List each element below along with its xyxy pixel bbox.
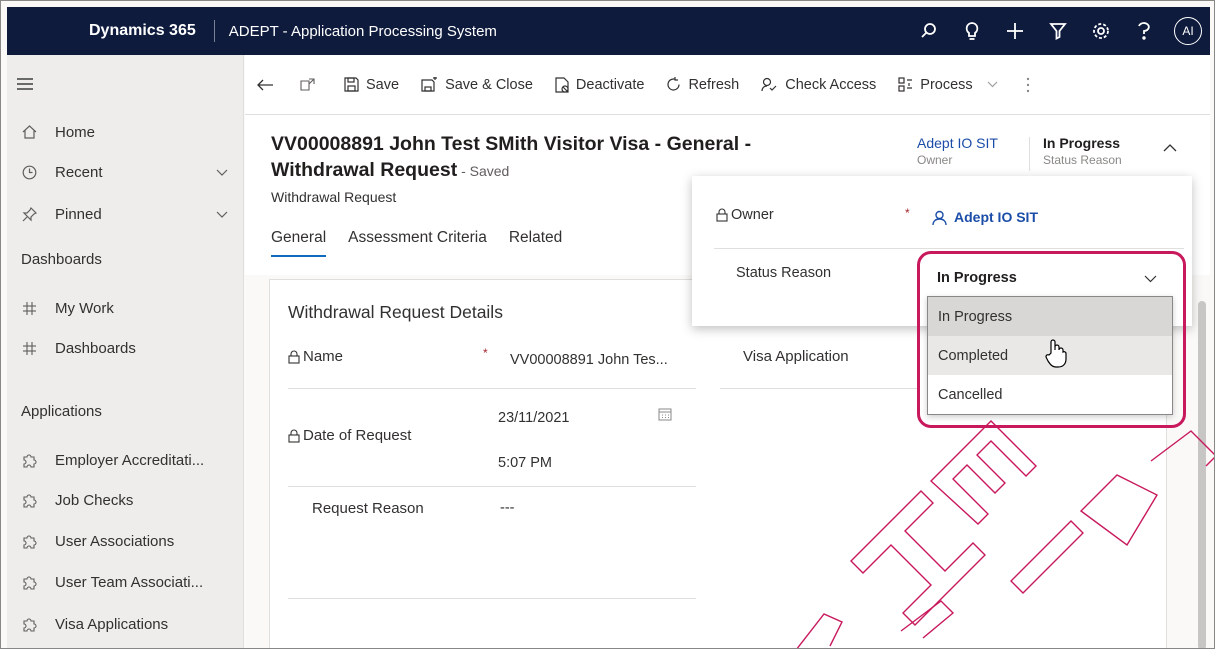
watermark bbox=[796, 420, 1214, 648]
app-frame: Dynamics 365 ADEPT - Application Process… bbox=[0, 0, 1215, 649]
